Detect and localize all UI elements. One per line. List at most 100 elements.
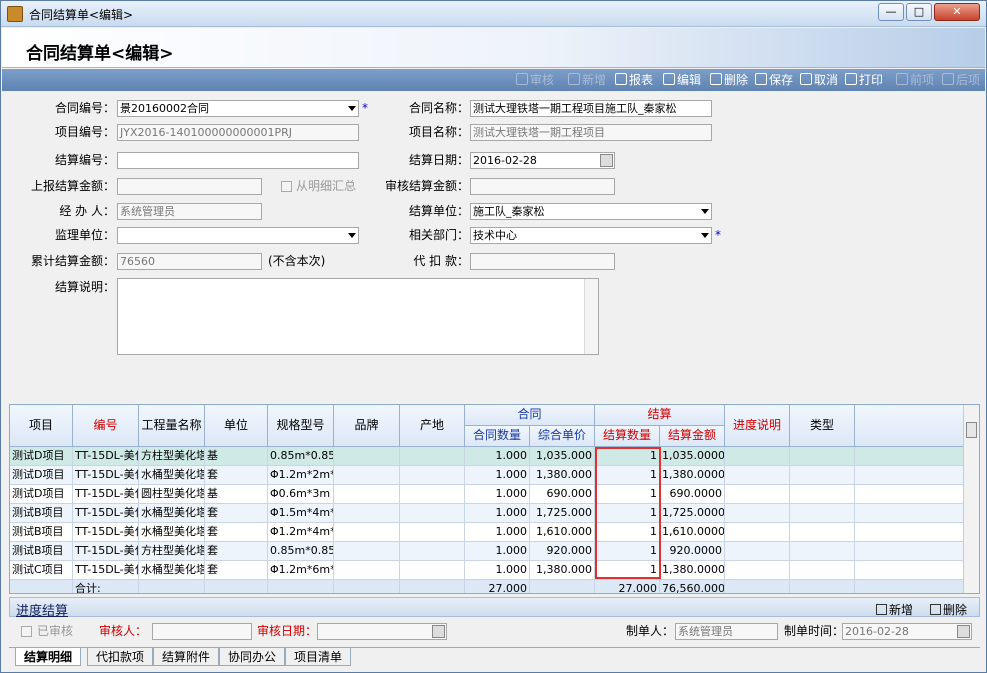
col-spec[interactable]: 规格型号 — [268, 405, 334, 447]
scrollbar[interactable] — [584, 279, 598, 354]
contract-no-select[interactable]: 景20160002合同 — [117, 100, 359, 117]
cell-contract-qty[interactable]: 1.000 — [465, 485, 530, 504]
cell-code[interactable]: TT-15DL-美化 — [73, 447, 139, 466]
cell-progress[interactable] — [725, 542, 790, 561]
cell-settle-amt[interactable]: 690.0000 — [660, 485, 725, 504]
table-row[interactable]: 测试D项目 TT-15DL-美化 圆柱型美化塔基 Φ0.6m*3m 1.000 690.0… — [10, 485, 964, 504]
col-contract-qty[interactable]: 合同数量 — [465, 426, 530, 447]
cell-code[interactable]: TT-15DL-美化 — [73, 561, 139, 580]
cell-brand[interactable] — [334, 504, 400, 523]
table-row[interactable]: 测试B项目TT-15DL-美化水桶型美化塔套Φ1.2m*4m*11.0001,6… — [10, 523, 964, 542]
cell-origin[interactable] — [400, 466, 465, 485]
cell-name[interactable]: 水桶型美化塔 — [139, 466, 205, 485]
tab-deductions[interactable]: 代扣款项 — [87, 648, 154, 666]
report-button[interactable]: 报表 — [615, 72, 653, 88]
cell-spec[interactable]: Φ1.2m*2m*2 — [268, 466, 334, 485]
col-brand[interactable]: 品牌 — [334, 405, 400, 447]
cell-unit-price[interactable]: 1,380.000 — [530, 561, 595, 580]
cell-filler[interactable] — [855, 485, 964, 504]
cell-origin[interactable] — [400, 542, 465, 561]
cell-spec[interactable]: 0.85m*0.85m — [268, 542, 334, 561]
next-button[interactable]: 后项 — [942, 72, 980, 88]
cell-brand[interactable] — [334, 466, 400, 485]
cell-name[interactable]: 水桶型美化塔 — [139, 504, 205, 523]
cell-settle-amt[interactable]: 1,380.0000 — [660, 466, 725, 485]
audit-button[interactable]: 审核 — [516, 72, 554, 88]
cell-brand[interactable] — [334, 542, 400, 561]
cell-origin[interactable] — [400, 485, 465, 504]
save-button[interactable]: 保存 — [755, 72, 793, 88]
table-row[interactable]: 测试D项目TT-15DL-美化方柱型美化塔基0.85m*0.85m1.0001,… — [10, 447, 964, 466]
cell-filler[interactable] — [855, 523, 964, 542]
cell-brand[interactable] — [334, 523, 400, 542]
cell-project[interactable]: 测试D项目 — [10, 447, 73, 466]
col-code[interactable]: 编号 — [73, 405, 139, 447]
cell-origin[interactable] — [400, 504, 465, 523]
cell-unit-price[interactable]: 1,380.000 — [530, 466, 595, 485]
col-name[interactable]: 工程量名称 — [139, 405, 205, 447]
col-unit[interactable]: 单位 — [205, 405, 268, 447]
tab-settle-detail[interactable]: 结算明细 — [15, 648, 82, 666]
settle-no-field[interactable] — [117, 152, 359, 169]
col-progress[interactable]: 进度说明 — [725, 405, 790, 447]
cell-type[interactable] — [790, 523, 855, 542]
cell-type[interactable] — [790, 447, 855, 466]
cell-settle-amt[interactable]: 1,035.0000 — [660, 447, 725, 466]
minimize-button[interactable]: — — [878, 3, 904, 21]
tab-attachments[interactable]: 结算附件 — [153, 648, 220, 666]
supervisor-select[interactable] — [117, 227, 359, 244]
cell-unit-price[interactable]: 920.000 — [530, 542, 595, 561]
cell-contract-qty[interactable]: 1.000 — [465, 466, 530, 485]
cell-brand[interactable] — [334, 561, 400, 580]
contract-name-field[interactable]: 测试大理铁塔一期工程项目施工队_秦家松 — [470, 100, 712, 117]
cell-code[interactable]: TT-15DL-美化 — [73, 523, 139, 542]
calendar-icon[interactable] — [957, 625, 970, 638]
cell-spec[interactable]: Φ1.2m*4m*1 — [268, 523, 334, 542]
progress-add-button[interactable]: 新增 — [876, 601, 913, 618]
cell-settle-amt[interactable]: 920.0000 — [660, 542, 725, 561]
cell-type[interactable] — [790, 504, 855, 523]
settle-unit-select[interactable]: 施工队_秦家松 — [470, 203, 712, 220]
cell-contract-qty[interactable]: 1.000 — [465, 561, 530, 580]
scroll-thumb[interactable] — [966, 422, 977, 438]
cell-project[interactable]: 测试B项目 — [10, 523, 73, 542]
cell-code[interactable]: TT-15DL-美化 — [73, 542, 139, 561]
cell-spec[interactable]: Φ1.5m*4m*2 — [268, 504, 334, 523]
calendar-icon[interactable] — [432, 625, 445, 638]
col-project[interactable]: 项目 — [10, 405, 73, 447]
cell-spec[interactable]: Φ0.6m*3m — [268, 485, 334, 504]
cell-name[interactable]: 水桶型美化塔 — [139, 561, 205, 580]
cell-contract-qty[interactable]: 1.000 — [465, 542, 530, 561]
calendar-icon[interactable] — [600, 154, 613, 167]
cell-unit[interactable]: 套 — [205, 523, 268, 542]
col-settle-qty[interactable]: 结算数量 — [595, 426, 660, 447]
cell-type[interactable] — [790, 542, 855, 561]
cell-project[interactable]: 测试C项目 — [10, 561, 73, 580]
cell-project[interactable]: 测试B项目 — [10, 504, 73, 523]
cell-project[interactable]: 测试D项目 — [10, 466, 73, 485]
col-unit-price[interactable]: 综合单价 — [530, 426, 595, 447]
cell-unit[interactable]: 套 — [205, 466, 268, 485]
cell-unit[interactable]: 套 — [205, 542, 268, 561]
cell-name[interactable]: 水桶型美化塔 — [139, 523, 205, 542]
cell-progress[interactable] — [725, 485, 790, 504]
title-bar[interactable]: 合同结算单<编辑> — □ ✕ — [1, 1, 986, 27]
cell-type[interactable] — [790, 485, 855, 504]
cell-contract-qty[interactable]: 1.000 — [465, 504, 530, 523]
cell-project[interactable]: 测试B项目 — [10, 542, 73, 561]
cell-name[interactable]: 圆柱型美化塔 — [139, 485, 205, 504]
table-row[interactable]: 测试C项目TT-15DL-美化水桶型美化塔套Φ1.2m*6m*11.0001,3… — [10, 561, 964, 580]
cell-code[interactable]: TT-15DL-美化 — [73, 485, 139, 504]
cancel-button[interactable]: 取消 — [800, 72, 838, 88]
cell-brand[interactable] — [334, 485, 400, 504]
cell-settle-amt[interactable]: 1,725.0000 — [660, 504, 725, 523]
cell-unit[interactable]: 基 — [205, 447, 268, 466]
cell-spec[interactable]: Φ1.2m*6m*1 — [268, 561, 334, 580]
remark-textarea[interactable] — [117, 278, 599, 355]
cell-filler[interactable] — [855, 542, 964, 561]
prev-button[interactable]: 前项 — [896, 72, 934, 88]
col-settle-amt[interactable]: 结算金额 — [660, 426, 725, 447]
delete-button[interactable]: 删除 — [710, 72, 748, 88]
cell-code[interactable]: TT-15DL-美化 — [73, 504, 139, 523]
cell-origin[interactable] — [400, 447, 465, 466]
